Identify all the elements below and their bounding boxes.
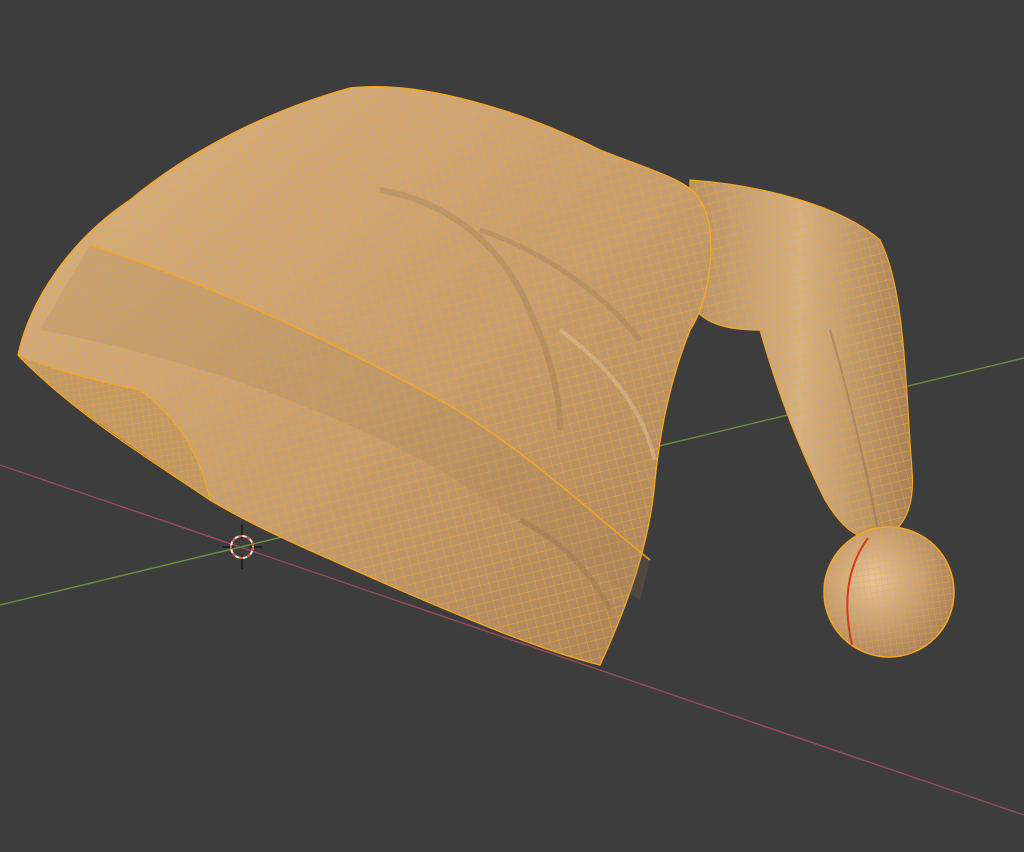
hat-tail[interactable] [689, 179, 914, 541]
hat-pompom[interactable] [823, 526, 955, 658]
hat-body[interactable] [17, 86, 712, 666]
3d-viewport[interactable] [0, 0, 1024, 852]
viewport-canvas[interactable] [0, 0, 1024, 852]
